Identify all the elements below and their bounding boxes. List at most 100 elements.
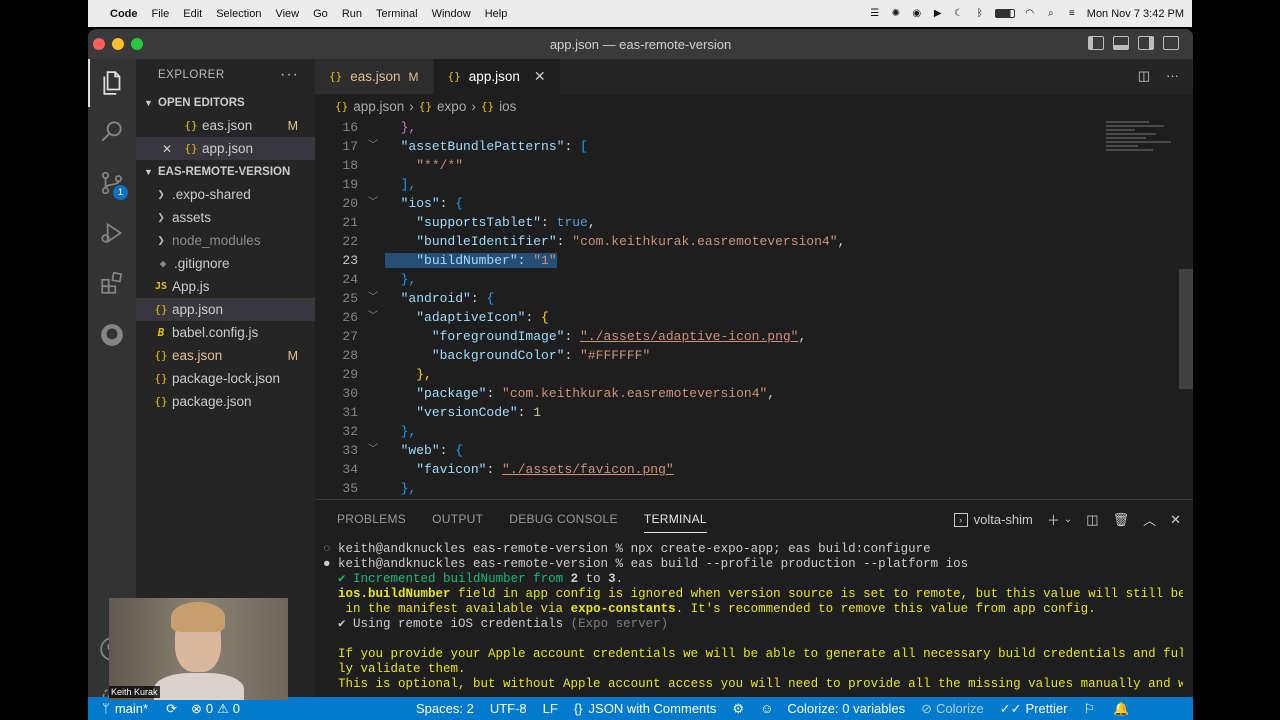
encoding-status[interactable]: UTF-8 bbox=[490, 701, 527, 716]
search-icon[interactable]: ⌕ bbox=[1045, 8, 1057, 19]
minimap[interactable] bbox=[1106, 119, 1178, 179]
open-editors-section[interactable]: ▼ OPEN EDITORS bbox=[136, 91, 315, 114]
webcam-person-hair bbox=[171, 602, 225, 632]
more-actions-icon[interactable]: ··· bbox=[280, 66, 299, 84]
menu-run[interactable]: Run bbox=[342, 8, 362, 20]
text-selection: "buildNumber": "1" bbox=[385, 253, 557, 268]
maximize-panel-icon[interactable]: ︿ bbox=[1143, 510, 1156, 529]
breadcrumb-file[interactable]: app.json bbox=[353, 99, 404, 114]
tab-debug-console[interactable]: DEBUG CONSOLE bbox=[509, 512, 618, 526]
run-debug-icon[interactable] bbox=[88, 209, 136, 257]
fold-chevron-icon[interactable]: ﹀ bbox=[368, 194, 378, 213]
toggle-sidebar-icon[interactable] bbox=[1088, 36, 1104, 50]
tree-folder-expo-shared[interactable]: ❯ .expo-shared bbox=[136, 183, 315, 206]
terminal-text: If you provide your Apple account creden… bbox=[338, 647, 1183, 661]
bluetooth-icon[interactable]: ᛒ bbox=[974, 8, 986, 19]
prettier-status[interactable]: Prettier bbox=[1026, 701, 1068, 716]
menu-file[interactable]: File bbox=[152, 8, 170, 20]
tree-folder-assets[interactable]: ❯ assets bbox=[136, 206, 315, 229]
fold-chevron-icon[interactable]: ﹀ bbox=[368, 137, 378, 156]
breadcrumb-ios[interactable]: ios bbox=[499, 99, 516, 114]
menubar-clock[interactable]: Mon Nov 7 3:42 PM bbox=[1087, 8, 1184, 20]
explorer-icon[interactable] bbox=[88, 59, 136, 107]
search-icon[interactable] bbox=[88, 107, 136, 155]
code-line: 32 }, bbox=[315, 422, 1193, 441]
control-center-icon[interactable]: ≡ bbox=[1066, 8, 1078, 19]
maximize-window-button[interactable] bbox=[131, 38, 143, 50]
close-panel-icon[interactable]: ✕ bbox=[1170, 512, 1181, 528]
source-control-icon[interactable]: 1 bbox=[88, 159, 136, 207]
more-actions-icon[interactable]: ··· bbox=[1166, 68, 1179, 84]
wifi-icon[interactable]: ◠ bbox=[1024, 8, 1036, 19]
trash-icon[interactable]: 🗑 bbox=[1113, 512, 1130, 528]
menu-app-name[interactable]: Code bbox=[110, 8, 138, 20]
moon-icon[interactable]: ☾ bbox=[953, 8, 965, 19]
terminal-shell-selector[interactable]: volta-shim bbox=[974, 512, 1033, 527]
notifications-bell-icon[interactable]: 🔔 bbox=[1113, 701, 1129, 717]
tree-file-package-json[interactable]: {} package.json bbox=[136, 390, 315, 413]
sync-icon[interactable]: ⟳ bbox=[166, 701, 177, 717]
extensions-icon[interactable] bbox=[88, 259, 136, 307]
tree-file-babel-config[interactable]: B babel.config.js bbox=[136, 321, 315, 344]
minimize-window-button[interactable] bbox=[112, 38, 124, 50]
tree-file-gitignore[interactable]: ◆ .gitignore bbox=[136, 252, 315, 275]
list-icon[interactable]: ☰ bbox=[869, 8, 881, 19]
tab-terminal[interactable]: TERMINAL bbox=[643, 512, 707, 533]
toggle-secondary-sidebar-icon[interactable] bbox=[1138, 36, 1154, 50]
gear-icon[interactable]: ✺ bbox=[890, 8, 902, 19]
toggle-panel-icon[interactable] bbox=[1113, 36, 1129, 50]
tab-app-json[interactable]: {} app.json ✕ bbox=[433, 59, 561, 94]
menu-edit[interactable]: Edit bbox=[183, 8, 202, 20]
git-branch[interactable]: main* bbox=[115, 701, 148, 716]
code-line: 27 "foregroundImage": "./assets/adaptive… bbox=[315, 327, 1193, 346]
settings-sync-icon[interactable]: ⚙ bbox=[732, 701, 744, 717]
new-terminal-icon[interactable]: ＋ bbox=[1047, 510, 1060, 529]
eol-status[interactable]: LF bbox=[543, 701, 558, 716]
chevron-down-icon[interactable]: ⌄ bbox=[1064, 514, 1072, 525]
battery-icon[interactable] bbox=[994, 9, 1015, 18]
menu-selection[interactable]: Selection bbox=[216, 8, 261, 20]
close-window-button[interactable] bbox=[93, 38, 105, 50]
colorize-variables-status[interactable]: Colorize: 0 variables bbox=[787, 701, 905, 716]
fold-chevron-icon[interactable]: ﹀ bbox=[368, 289, 378, 308]
indentation-status[interactable]: Spaces: 2 bbox=[416, 701, 474, 716]
fold-chevron-icon[interactable]: ﹀ bbox=[368, 308, 378, 327]
tree-file-app-json[interactable]: {} app.json bbox=[136, 298, 315, 321]
menu-go[interactable]: Go bbox=[313, 8, 328, 20]
copilot-icon[interactable]: ☺ bbox=[760, 701, 773, 716]
menu-view[interactable]: View bbox=[275, 8, 299, 20]
code-editor[interactable]: 16 }, 17 ﹀ "assetBundlePatterns": [ 18 "*… bbox=[315, 118, 1193, 499]
colorize-status[interactable]: Colorize bbox=[936, 701, 984, 716]
tree-file-app-js[interactable]: JS App.js bbox=[136, 275, 315, 298]
menu-terminal[interactable]: Terminal bbox=[376, 8, 418, 20]
tab-output[interactable]: OUTPUT bbox=[432, 512, 483, 526]
tree-file-eas-json[interactable]: {} eas.json M bbox=[136, 344, 315, 367]
record-icon[interactable]: ◉ bbox=[911, 8, 923, 19]
open-editor-eas-json[interactable]: {} eas.json M bbox=[136, 114, 315, 137]
language-mode[interactable]: JSON with Comments bbox=[589, 701, 717, 716]
menu-window[interactable]: Window bbox=[432, 8, 471, 20]
play-icon[interactable]: ▶ bbox=[932, 8, 944, 19]
tab-problems[interactable]: PROBLEMS bbox=[337, 512, 406, 526]
project-section[interactable]: ▼ EAS-REMOTE-VERSION bbox=[136, 160, 315, 183]
open-editor-app-json[interactable]: ✕ {} app.json bbox=[136, 137, 315, 160]
code-token: }, bbox=[416, 367, 432, 382]
chevron-right-icon: ❯ bbox=[157, 189, 165, 199]
menu-help[interactable]: Help bbox=[485, 8, 508, 20]
tree-folder-node-modules[interactable]: ❯ node_modules bbox=[136, 229, 315, 252]
github-icon[interactable] bbox=[88, 311, 136, 359]
split-editor-icon[interactable]: ◫ bbox=[1138, 68, 1150, 84]
error-count[interactable]: 0 bbox=[206, 701, 213, 716]
feedback-icon[interactable]: ⚐ bbox=[1083, 701, 1095, 717]
close-tab-icon[interactable]: ✕ bbox=[534, 68, 546, 85]
fold-chevron-icon[interactable]: ﹀ bbox=[368, 441, 378, 460]
tree-file-package-lock[interactable]: {} package-lock.json bbox=[136, 367, 315, 390]
customize-layout-icon[interactable] bbox=[1163, 36, 1179, 50]
warning-count[interactable]: 0 bbox=[233, 701, 240, 716]
tab-eas-json[interactable]: {} eas.json M bbox=[315, 59, 434, 94]
close-icon[interactable]: ✕ bbox=[162, 142, 182, 156]
editor-scrollbar[interactable] bbox=[1179, 269, 1193, 389]
breadcrumb-expo[interactable]: expo bbox=[437, 99, 466, 114]
terminal-output[interactable]: ○ keith@andknuckles eas-remote-version %… bbox=[323, 542, 1183, 692]
split-terminal-icon[interactable]: ◫ bbox=[1086, 512, 1098, 528]
